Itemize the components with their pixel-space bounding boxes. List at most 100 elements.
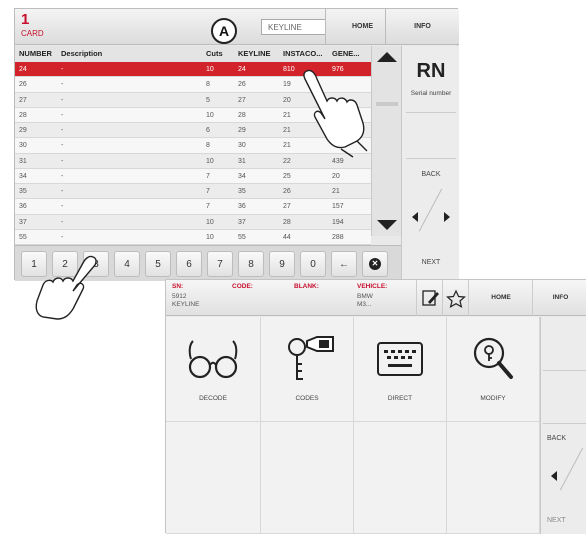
cell-number: 34 <box>19 172 27 180</box>
clear-icon: ✕ <box>369 258 381 271</box>
cell-cuts: 7 <box>206 203 210 211</box>
key-6[interactable]: 6 <box>176 251 202 277</box>
prev-arrow-icon[interactable] <box>551 471 557 481</box>
key-5[interactable]: 5 <box>145 251 171 277</box>
cell-description: - <box>61 111 64 119</box>
cell-keyline: 29 <box>238 127 246 134</box>
cell-number: 36 <box>19 203 27 211</box>
cell-keyline: 55 <box>238 233 246 241</box>
col-description[interactable]: Description <box>61 49 102 58</box>
next-button[interactable]: NEXT <box>402 259 460 266</box>
cell-keyline: 24 <box>238 66 246 73</box>
cell-number: 29 <box>19 127 27 134</box>
cell-description: - <box>61 203 64 211</box>
divider <box>543 370 586 371</box>
cell-cuts: 10 <box>206 111 214 119</box>
table-row[interactable]: 37 - 10 37 28 194 <box>15 214 371 230</box>
vehicle-value-line2: M3... <box>357 301 372 308</box>
key-tag-icon <box>288 336 334 380</box>
cell-cuts: 5 <box>206 96 210 104</box>
cell-description: - <box>61 66 64 73</box>
divider <box>559 447 584 491</box>
empty-tile <box>166 422 261 534</box>
clear-key[interactable]: ✕ <box>362 251 388 277</box>
next-arrow-icon[interactable] <box>444 212 450 222</box>
modify-tile[interactable]: MODIFY <box>447 317 540 422</box>
col-instaco[interactable]: INSTACO... <box>283 49 322 58</box>
cell-description: - <box>61 157 64 165</box>
table-header: NUMBER Description Cuts KEYLINE INSTACO.… <box>15 46 371 62</box>
home-button[interactable]: HOME <box>468 280 533 316</box>
cell-description: - <box>61 127 64 134</box>
key-0[interactable]: 0 <box>300 251 326 277</box>
table-scrollbar[interactable] <box>371 46 401 236</box>
direct-tile[interactable]: DIRECT <box>354 317 447 422</box>
cell-number: 27 <box>19 96 27 104</box>
scroll-down-icon[interactable] <box>377 220 397 230</box>
cell-instacode: 22 <box>283 157 291 165</box>
codes-label: CODES <box>295 395 319 402</box>
sn-value: 5912 <box>172 293 187 300</box>
table-row[interactable]: 34 - 7 34 25 20 <box>15 168 371 184</box>
cell-number: 24 <box>19 66 27 73</box>
col-keyline[interactable]: KEYLINE <box>238 49 271 58</box>
cell-instacode: 25 <box>283 172 291 180</box>
table-row[interactable]: 36 - 7 36 27 157 <box>15 199 371 215</box>
favorite-button[interactable] <box>442 280 469 316</box>
cell-instacode: 21 <box>283 127 291 134</box>
scroll-up-icon[interactable] <box>377 52 397 62</box>
cell-description: - <box>61 81 64 89</box>
search-mode-title: RN <box>416 60 446 82</box>
col-number[interactable]: NUMBER <box>19 49 52 58</box>
info-button[interactable]: INFO <box>385 9 459 45</box>
cell-keyline: 31 <box>238 157 246 165</box>
card-number: 1 <box>21 11 30 28</box>
key-7[interactable]: 7 <box>207 251 233 277</box>
sn-value-line2: KEYLINE <box>172 301 200 308</box>
cell-instacode: 28 <box>283 218 291 226</box>
code-label: CODE: <box>232 283 253 290</box>
back-button[interactable]: BACK <box>402 171 460 178</box>
cell-description: - <box>61 188 64 195</box>
scroll-thumb[interactable] <box>376 102 398 106</box>
codes-tile[interactable]: CODES <box>261 317 354 422</box>
empty-tile <box>261 422 354 534</box>
cell-cuts: 7 <box>206 188 210 195</box>
glasses-icon <box>188 340 238 379</box>
decode-label: DECODE <box>199 395 227 402</box>
divider <box>543 423 586 424</box>
right-panel: RN Serial number BACK NEXT <box>401 46 459 280</box>
cell-instacode: 21 <box>283 142 291 150</box>
notes-button[interactable] <box>416 280 443 316</box>
serial-number-screen: 1 CARD KEYLINE HOME INFO A NUMBER Descri… <box>14 8 459 320</box>
table-row[interactable]: 55 - 10 55 44 288 <box>15 229 371 245</box>
col-gene[interactable]: GENE... <box>332 49 360 58</box>
info-button[interactable]: INFO <box>532 280 586 316</box>
cell-cuts: 8 <box>206 81 210 89</box>
blank-label: BLANK: <box>294 283 319 290</box>
next-button[interactable]: NEXT <box>547 517 566 524</box>
vehicle-header: SN: 5912 KEYLINE CODE: BLANK: VEHICLE: B… <box>166 280 586 316</box>
cell-cuts: 8 <box>206 142 210 150</box>
cell-number: 26 <box>19 81 27 89</box>
empty-tile <box>447 422 540 534</box>
modify-label: MODIFY <box>480 395 506 402</box>
decode-tile[interactable]: DECODE <box>166 317 261 422</box>
key-4[interactable]: 4 <box>114 251 140 277</box>
backspace-key[interactable]: ← <box>331 251 357 277</box>
pointing-hand-icon <box>303 69 368 158</box>
cell-keyline: 27 <box>238 96 246 104</box>
cell-description: - <box>61 218 64 226</box>
cell-instacode: 20 <box>283 96 291 104</box>
prev-arrow-icon[interactable] <box>412 212 418 222</box>
key-8[interactable]: 8 <box>238 251 264 277</box>
cell-keyline: 30 <box>238 142 246 150</box>
table-row[interactable]: 35 - 7 35 26 21 <box>15 184 371 200</box>
cell-keyline: 28 <box>238 111 246 119</box>
cell-keyline: 35 <box>238 188 246 195</box>
vehicle-value: BMW <box>357 293 373 300</box>
key-9[interactable]: 9 <box>269 251 295 277</box>
col-cuts[interactable]: Cuts <box>206 49 223 58</box>
cell-number: 37 <box>19 218 27 226</box>
back-button[interactable]: BACK <box>547 435 566 442</box>
